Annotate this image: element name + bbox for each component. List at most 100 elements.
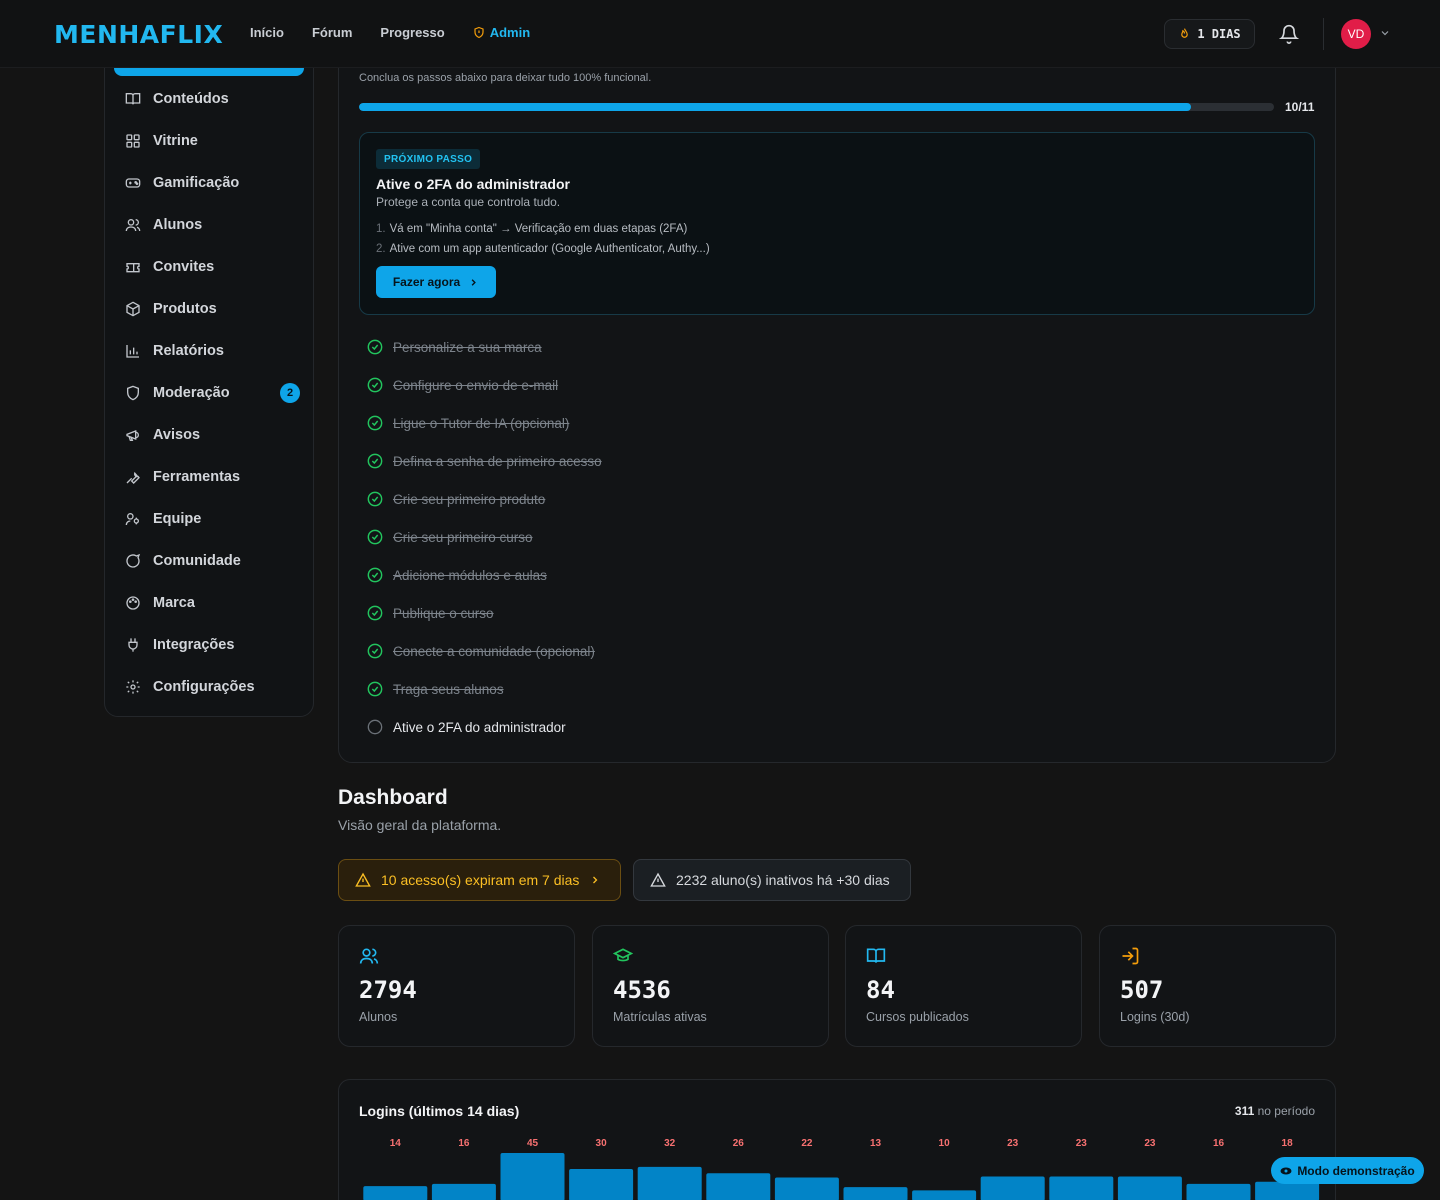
chart-bar[interactable] bbox=[1255, 1181, 1320, 1200]
checklist-item[interactable]: Personalize a sua marca bbox=[367, 337, 542, 357]
stat-label: Matrículas ativas bbox=[613, 1010, 707, 1024]
stat-label: Alunos bbox=[359, 1010, 398, 1024]
sidebar-item-marca[interactable]: Marca bbox=[125, 592, 300, 614]
chart-bar[interactable] bbox=[706, 1173, 771, 1200]
inactive-students-alert[interactable]: 2232 aluno(s) inativos há +30 dias bbox=[633, 859, 911, 901]
sidebar-item-avisos[interactable]: Avisos bbox=[125, 424, 300, 446]
chart-bar[interactable] bbox=[1117, 1176, 1182, 1200]
onboarding-count: 10/11 bbox=[1285, 100, 1315, 114]
stat-card-matriculas[interactable]: 4536 Matrículas ativas bbox=[592, 925, 829, 1047]
checklist-item[interactable]: Ligue o Tutor de IA (opcional) bbox=[367, 413, 569, 433]
checklist-label: Defina a senha de primeiro acesso bbox=[393, 453, 602, 469]
shield-icon bbox=[474, 26, 484, 39]
sidebar-item-label: Relatórios bbox=[153, 343, 224, 359]
checklist-label: Conecte a comunidade (opcional) bbox=[393, 643, 595, 659]
checklist-item[interactable]: Configure o envio de e-mail bbox=[367, 375, 558, 395]
sidebar-item-comunidade[interactable]: Comunidade bbox=[125, 550, 300, 572]
check-circle-icon bbox=[367, 605, 383, 621]
nav-forum[interactable]: Fórum bbox=[312, 25, 352, 40]
instruction-text: Ative com um app autenticador (Google Au… bbox=[389, 243, 710, 255]
sidebar-item-produtos[interactable]: Produtos bbox=[125, 298, 300, 320]
checklist-item[interactable]: Conecte a comunidade (opcional) bbox=[367, 641, 595, 661]
bar-value-label: 32 bbox=[664, 1138, 676, 1149]
checklist-item[interactable]: Adicione módulos e aulas bbox=[367, 565, 547, 585]
bar-value-label: 30 bbox=[596, 1138, 608, 1149]
sidebar-item-label: Gamificação bbox=[153, 175, 240, 191]
stat-card-alunos[interactable]: 2794 Alunos bbox=[338, 925, 575, 1047]
chart-bar[interactable] bbox=[912, 1190, 977, 1200]
stat-value: 84 bbox=[866, 976, 895, 1004]
stat-value: 507 bbox=[1120, 976, 1164, 1004]
sidebar-item-conteudos[interactable]: Conteúdos bbox=[125, 88, 300, 110]
nav-admin[interactable]: Admin bbox=[473, 25, 530, 40]
chart-bar[interactable] bbox=[843, 1187, 908, 1200]
instruction-1: 1. Vá em "Minha conta" → Verificação em d… bbox=[376, 219, 710, 239]
wrench-icon bbox=[126, 471, 140, 484]
checklist-item[interactable]: Defina a senha de primeiro acesso bbox=[367, 451, 602, 471]
sidebar-item-equipe[interactable]: Equipe bbox=[125, 508, 300, 530]
checklist-item[interactable]: Traga seus alunos bbox=[367, 679, 504, 699]
megaphone-icon bbox=[126, 430, 139, 441]
streak-badge[interactable]: 1 DIAS bbox=[1164, 19, 1255, 49]
sidebar-item-integracoes[interactable]: Integrações bbox=[125, 634, 300, 656]
checklist-label: Ligue o Tutor de IA (opcional) bbox=[393, 415, 570, 431]
check-circle-icon bbox=[367, 415, 383, 431]
bar-value-label: 26 bbox=[733, 1138, 745, 1149]
chart-bar[interactable] bbox=[500, 1153, 565, 1200]
sidebar-item-label: Convites bbox=[153, 259, 215, 275]
bar-value-label: 18 bbox=[1282, 1138, 1294, 1149]
avatar[interactable]: VD bbox=[1341, 19, 1371, 49]
checklist-item[interactable]: Crie seu primeiro produto bbox=[367, 489, 545, 509]
chart-bar[interactable] bbox=[363, 1186, 428, 1200]
bell-icon[interactable] bbox=[1279, 24, 1299, 44]
check-circle-icon bbox=[367, 681, 383, 697]
checklist-item[interactable]: Crie seu primeiro curso bbox=[367, 527, 533, 547]
warning-icon bbox=[355, 872, 371, 887]
header-divider bbox=[1323, 18, 1324, 50]
checklist-item[interactable]: Publique o curso bbox=[367, 603, 494, 623]
sidebar-item-ferramentas[interactable]: Ferramentas bbox=[125, 466, 300, 488]
chart-bar[interactable] bbox=[431, 1183, 496, 1200]
chevron-down-icon[interactable] bbox=[1379, 27, 1391, 39]
logo[interactable]: MENHAFLIX bbox=[54, 20, 223, 49]
chart-bar[interactable] bbox=[637, 1166, 702, 1200]
expiring-access-text: 10 acesso(s) expiram em 7 dias bbox=[381, 872, 580, 888]
next-step-tag: PRÓXIMO PASSO bbox=[376, 149, 481, 169]
palette-icon bbox=[126, 596, 140, 610]
sidebar-item-convites[interactable]: Convites bbox=[125, 256, 300, 278]
chart-bar[interactable] bbox=[774, 1177, 839, 1200]
sidebar-item-gamificacao[interactable]: Gamificação bbox=[125, 172, 300, 194]
sidebar-item-label: Vitrine bbox=[153, 133, 198, 149]
nav-progresso[interactable]: Progresso bbox=[380, 25, 444, 40]
stat-card-cursos[interactable]: 84 Cursos publicados bbox=[845, 925, 1082, 1047]
gamepad-icon bbox=[125, 178, 141, 188]
bar-value-label: 23 bbox=[1007, 1138, 1019, 1149]
sidebar-item-configuracoes[interactable]: Configurações bbox=[125, 676, 300, 698]
expiring-access-alert[interactable]: 10 acesso(s) expiram em 7 dias bbox=[338, 859, 621, 901]
stat-card-logins[interactable]: 507 Logins (30d) bbox=[1099, 925, 1336, 1047]
sidebar-item-moderacao[interactable]: Moderação 2 bbox=[125, 382, 300, 404]
sidebar-item-label: Avisos bbox=[153, 427, 201, 443]
checklist-label: Ative o 2FA do administrador bbox=[393, 719, 566, 735]
sidebar-item-relatorios[interactable]: Relatórios bbox=[125, 340, 300, 362]
demo-mode-pill[interactable]: Modo demonstração bbox=[1271, 1157, 1424, 1184]
sidebar-item-label: Marca bbox=[153, 595, 195, 611]
chart-bar[interactable] bbox=[569, 1169, 634, 1200]
nav-inicio[interactable]: Início bbox=[250, 25, 284, 40]
progress-fill bbox=[359, 103, 1191, 111]
sidebar-item-alunos[interactable]: Alunos bbox=[125, 214, 300, 236]
sidebar-item-label: Conteúdos bbox=[153, 91, 229, 107]
checklist-item[interactable]: Ative o 2FA do administrador bbox=[367, 717, 566, 737]
instruction-text: Vá em "Minha conta" → Verificação em dua… bbox=[389, 223, 688, 235]
check-circle-icon bbox=[367, 453, 383, 469]
chart-bar[interactable] bbox=[1186, 1183, 1251, 1200]
check-circle-icon bbox=[367, 643, 383, 659]
do-now-button[interactable]: Fazer agora bbox=[376, 266, 496, 298]
checklist-label: Configure o envio de e-mail bbox=[393, 377, 559, 393]
chart-bar[interactable] bbox=[980, 1176, 1045, 1200]
chart-bar[interactable] bbox=[1049, 1176, 1114, 1200]
next-step-instructions: 1. Vá em "Minha conta" → Verificação em d… bbox=[376, 219, 710, 259]
book-open-icon bbox=[866, 948, 886, 963]
dashboard-subtitle: Visão geral da plataforma. bbox=[338, 817, 502, 833]
sidebar-item-vitrine[interactable]: Vitrine bbox=[125, 130, 300, 152]
